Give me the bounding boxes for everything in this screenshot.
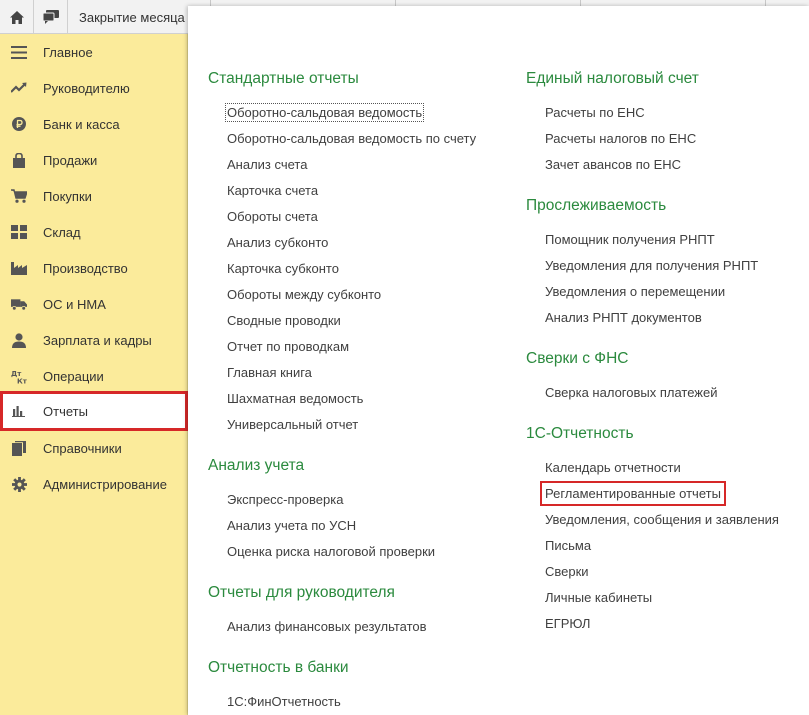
home-button[interactable] [0,0,34,34]
sidebar-item-operations[interactable]: Дт Кт Операции [0,358,188,394]
link-personal-accounts[interactable]: Личные кабинеты [545,590,652,605]
section-title-manager-reports: Отчеты для руководителя [208,584,395,601]
warehouse-icon [11,224,27,240]
sidebar-item-purchases[interactable]: Покупки [0,178,188,214]
link-ens-advance-offset[interactable]: Зачет авансов по ЕНС [545,157,681,172]
link-notifications-messages[interactable]: Уведомления, сообщения и заявления [545,512,779,527]
link-subconto-analysis[interactable]: Анализ субконто [227,235,328,250]
link-account-analysis[interactable]: Анализ счета [227,157,307,172]
tab-month-closing[interactable]: Закрытие месяца [68,0,190,34]
section-title-standard-reports: Стандартные отчеты [208,70,359,87]
home-icon [9,10,24,24]
link-1c-finreporting[interactable]: 1С:ФинОтчетность [227,694,341,709]
section-title-traceability: Прослеживаемость [526,197,667,214]
link-general-ledger[interactable]: Главная книга [227,365,312,380]
factory-icon [11,260,27,276]
link-turnover-balance-sheet[interactable]: Оборотно-сальдовая ведомость [224,103,425,122]
sidebar-item-salary[interactable]: Зарплата и кадры [0,322,188,358]
sidebar-item-label: Склад [43,224,81,240]
link-tax-audit-risk[interactable]: Оценка риска налоговой проверки [227,544,435,559]
sidebar-item-manager[interactable]: Руководителю [0,70,188,106]
link-ens-settlements[interactable]: Расчеты по ЕНС [545,105,645,120]
link-financial-results[interactable]: Анализ финансовых результатов [227,619,427,634]
link-turnover-between-subconto[interactable]: Обороты между субконто [227,287,381,302]
ruble-icon [11,116,27,132]
cart-icon [11,188,27,204]
link-turnover-balance-by-account[interactable]: Оборотно-сальдовая ведомость по счету [227,131,476,146]
sidebar-item-label: Справочники [43,440,122,456]
link-rnpt-notifications[interactable]: Уведомления для получения РНПТ [545,258,758,273]
person-icon [11,332,27,348]
sidebar-item-label: Руководителю [43,80,130,96]
tab-label: Закрытие месяца [79,9,185,25]
sidebar-item-label: Зарплата и кадры [43,332,152,348]
sidebar-item-fixed-assets[interactable]: ОС и НМА [0,286,188,322]
link-summary-entries[interactable]: Сводные проводки [227,313,341,328]
books-icon [11,440,27,456]
svg-text:Кт: Кт [17,377,27,384]
section-title-accounting-analysis: Анализ учета [208,457,305,474]
gear-icon [11,476,27,492]
link-usn-analysis[interactable]: Анализ учета по УСН [227,518,356,533]
bar-chart-icon [11,403,27,419]
link-account-turnover[interactable]: Обороты счета [227,209,318,224]
menu-icon [11,44,27,60]
reports-panel: Стандартные отчеты Оборотно-сальдовая ве… [188,6,809,715]
link-account-card[interactable]: Карточка счета [227,183,318,198]
link-universal-report[interactable]: Универсальный отчет [227,417,358,432]
link-letters[interactable]: Письма [545,538,591,553]
link-transfer-notifications[interactable]: Уведомления о перемещении [545,284,725,299]
sections-sidebar: Главное Руководителю Банк и касса Продаж… [0,34,188,715]
link-entries-report[interactable]: Отчет по проводкам [227,339,349,354]
section-title-bank-reporting: Отчетность в банки [208,659,349,676]
sidebar-item-sales[interactable]: Продажи [0,142,188,178]
sidebar-item-main[interactable]: Главное [0,34,188,70]
sidebar-item-production[interactable]: Производство [0,250,188,286]
trend-icon [11,80,27,96]
chat-icon [42,10,59,24]
sidebar-item-label: Продажи [43,152,98,168]
link-reconciliations[interactable]: Сверки [545,564,589,579]
sidebar-item-administration[interactable]: Администрирование [0,466,188,502]
link-regulated-reports[interactable]: Регламентированные отчеты [540,481,726,506]
sidebar-item-label: Администрирование [43,476,167,492]
sidebar-item-warehouse[interactable]: Склад [0,214,188,250]
sidebar-item-label: Банк и касса [43,116,120,132]
link-reporting-calendar[interactable]: Календарь отчетности [545,460,681,475]
sidebar-item-catalogs[interactable]: Справочники [0,430,188,466]
section-title-fns-reconciliation: Сверки с ФНС [526,350,629,367]
link-rnpt-documents-analysis[interactable]: Анализ РНПТ документов [545,310,702,325]
dt-kt-icon: Дт Кт [11,368,27,384]
link-subconto-card[interactable]: Карточка субконто [227,261,339,276]
shopping-bag-icon [11,152,27,168]
sidebar-item-label: ОС и НМА [43,296,106,312]
sidebar-item-label: Главное [43,44,93,60]
truck-icon [11,296,27,312]
sidebar-item-bank[interactable]: Банк и касса [0,106,188,142]
section-title-1c-reporting: 1С-Отчетность [526,425,634,442]
link-rnpt-assistant[interactable]: Помощник получения РНПТ [545,232,715,247]
sidebar-item-label: Производство [43,260,128,276]
link-chess-sheet[interactable]: Шахматная ведомость [227,391,363,406]
sidebar-item-reports[interactable]: Отчеты [0,391,188,431]
sidebar-item-label: Операции [43,368,104,384]
link-ens-tax-settlements[interactable]: Расчеты налогов по ЕНС [545,131,696,146]
discussions-button[interactable] [34,0,68,34]
link-tax-payments-reconciliation[interactable]: Сверка налоговых платежей [545,385,718,400]
link-express-check[interactable]: Экспресс-проверка [227,492,343,507]
link-egrul[interactable]: ЕГРЮЛ [545,616,590,631]
sidebar-item-label: Отчеты [43,403,88,419]
sidebar-item-label: Покупки [43,188,92,204]
section-title-ens: Единый налоговый счет [526,70,699,87]
